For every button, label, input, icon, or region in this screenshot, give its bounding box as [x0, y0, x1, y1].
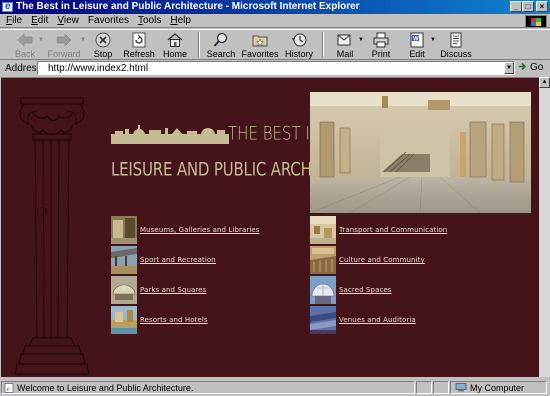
history-icon	[291, 32, 307, 48]
address-field[interactable]	[37, 61, 515, 75]
window-controls: _ □ ×	[510, 1, 548, 12]
list-item: Resorts and Hotels	[111, 306, 208, 334]
home-icon	[167, 32, 183, 48]
address-dropdown-icon[interactable]: ▼	[504, 62, 514, 74]
search-icon	[213, 32, 229, 48]
link-sacred[interactable]: Sacred Spaces	[339, 286, 392, 294]
ie-icon	[2, 0, 13, 14]
list-item: Sacred Spaces	[310, 276, 392, 304]
thumb-resorts[interactable]	[111, 306, 137, 334]
close-button[interactable]: ×	[536, 1, 548, 12]
go-button[interactable]: Go	[518, 62, 543, 73]
status-message-panel: e Welcome to Leisure and Public Architec…	[1, 381, 415, 394]
menu-edit[interactable]: Edit	[31, 15, 48, 26]
link-venues[interactable]: Venues and Auditoria	[339, 316, 416, 324]
zone-label: My Computer	[470, 382, 525, 393]
address-input[interactable]	[38, 62, 438, 74]
page-content: THE BEST IN LEISURE AND PUBLIC ARCHITECT…	[1, 77, 539, 377]
forward-arrow-icon	[56, 32, 72, 48]
menu-help[interactable]: Help	[170, 15, 191, 26]
discuss-button[interactable]: Discuss	[436, 30, 476, 60]
security-zone-panel: My Computer	[450, 381, 547, 394]
print-icon	[373, 32, 389, 48]
svg-text:W: W	[413, 37, 419, 43]
edit-button[interactable]: W Edit ▼	[400, 30, 436, 60]
favorites-button[interactable]: Favorites	[240, 30, 280, 60]
list-item: Venues and Auditoria	[310, 306, 416, 334]
thumb-sacred[interactable]	[310, 276, 336, 304]
thumb-parks[interactable]	[111, 276, 137, 304]
link-sport[interactable]: Sport and Recreation	[140, 256, 216, 264]
address-label: Address	[5, 62, 42, 74]
go-arrow-icon	[518, 62, 528, 73]
menu-favorites[interactable]: Favorites	[88, 15, 129, 26]
address-bar: Address ▼ Go	[0, 61, 550, 75]
menu-bar: File Edit View Favorites Tools Help	[0, 14, 550, 28]
forward-button[interactable]: Forward ▼	[44, 30, 86, 60]
thumb-sport[interactable]	[111, 246, 137, 274]
link-culture[interactable]: Culture and Community	[339, 256, 425, 264]
link-parks[interactable]: Parks and Squares	[140, 286, 206, 294]
status-cell	[433, 381, 449, 394]
menu-view[interactable]: View	[57, 15, 79, 26]
minimize-button[interactable]: _	[510, 1, 522, 12]
back-arrow-icon	[17, 32, 33, 48]
link-transport[interactable]: Transport and Communication	[339, 226, 447, 234]
mail-button[interactable]: Mail ▼	[328, 30, 364, 60]
windows-logo-icon	[525, 15, 547, 28]
link-museums[interactable]: Museums, Galleries and Libraries	[140, 226, 260, 234]
thumb-venues[interactable]	[310, 306, 336, 334]
back-button[interactable]: Back ▼	[8, 30, 44, 60]
discuss-icon	[448, 32, 464, 48]
home-button[interactable]: Home	[158, 30, 192, 60]
toolbar: Back ▼ Forward ▼ Stop Refresh Home Searc…	[0, 29, 550, 60]
maximize-button[interactable]: □	[522, 1, 534, 12]
list-item: Parks and Squares	[111, 276, 206, 304]
print-button[interactable]: Print	[364, 30, 398, 60]
stop-icon	[95, 32, 111, 48]
toolbar-separator	[322, 32, 324, 58]
search-button[interactable]: Search	[204, 30, 238, 60]
svg-text:e: e	[7, 385, 10, 393]
page-title-line1: THE BEST IN	[228, 122, 322, 145]
thumb-museums[interactable]	[111, 216, 137, 244]
vertical-scrollbar[interactable]: ▲	[539, 77, 550, 377]
refresh-button[interactable]: Refresh	[122, 30, 156, 60]
word-edit-icon: W	[409, 32, 425, 48]
favorites-folder-icon	[252, 32, 268, 48]
refresh-icon	[131, 32, 147, 48]
list-item: Transport and Communication	[310, 216, 447, 244]
menu-tools[interactable]: Tools	[138, 15, 161, 26]
stop-button[interactable]: Stop	[86, 30, 120, 60]
skyline-graphic	[111, 125, 229, 144]
history-button[interactable]: History	[282, 30, 316, 60]
page-icon: e	[4, 382, 14, 393]
thumb-transport[interactable]	[310, 216, 336, 244]
hero-image-interior	[310, 92, 531, 213]
status-cell	[416, 381, 432, 394]
scroll-up-icon[interactable]: ▲	[539, 77, 550, 88]
corinthian-column-drawing	[14, 97, 90, 375]
my-computer-icon	[455, 383, 467, 392]
menu-file[interactable]: File	[6, 15, 22, 26]
list-item: Culture and Community	[310, 246, 425, 274]
title-bar: The Best in Leisure and Public Architect…	[0, 0, 550, 14]
status-message: Welcome to Leisure and Public Architectu…	[17, 382, 194, 393]
status-bar: e Welcome to Leisure and Public Architec…	[0, 379, 550, 396]
mail-icon	[337, 32, 353, 48]
list-item: Sport and Recreation	[111, 246, 216, 274]
thumb-culture[interactable]	[310, 246, 336, 274]
toolbar-separator	[198, 32, 200, 58]
window-title: The Best in Leisure and Public Architect…	[16, 1, 360, 12]
link-resorts[interactable]: Resorts and Hotels	[140, 316, 208, 324]
list-item: Museums, Galleries and Libraries	[111, 216, 260, 244]
